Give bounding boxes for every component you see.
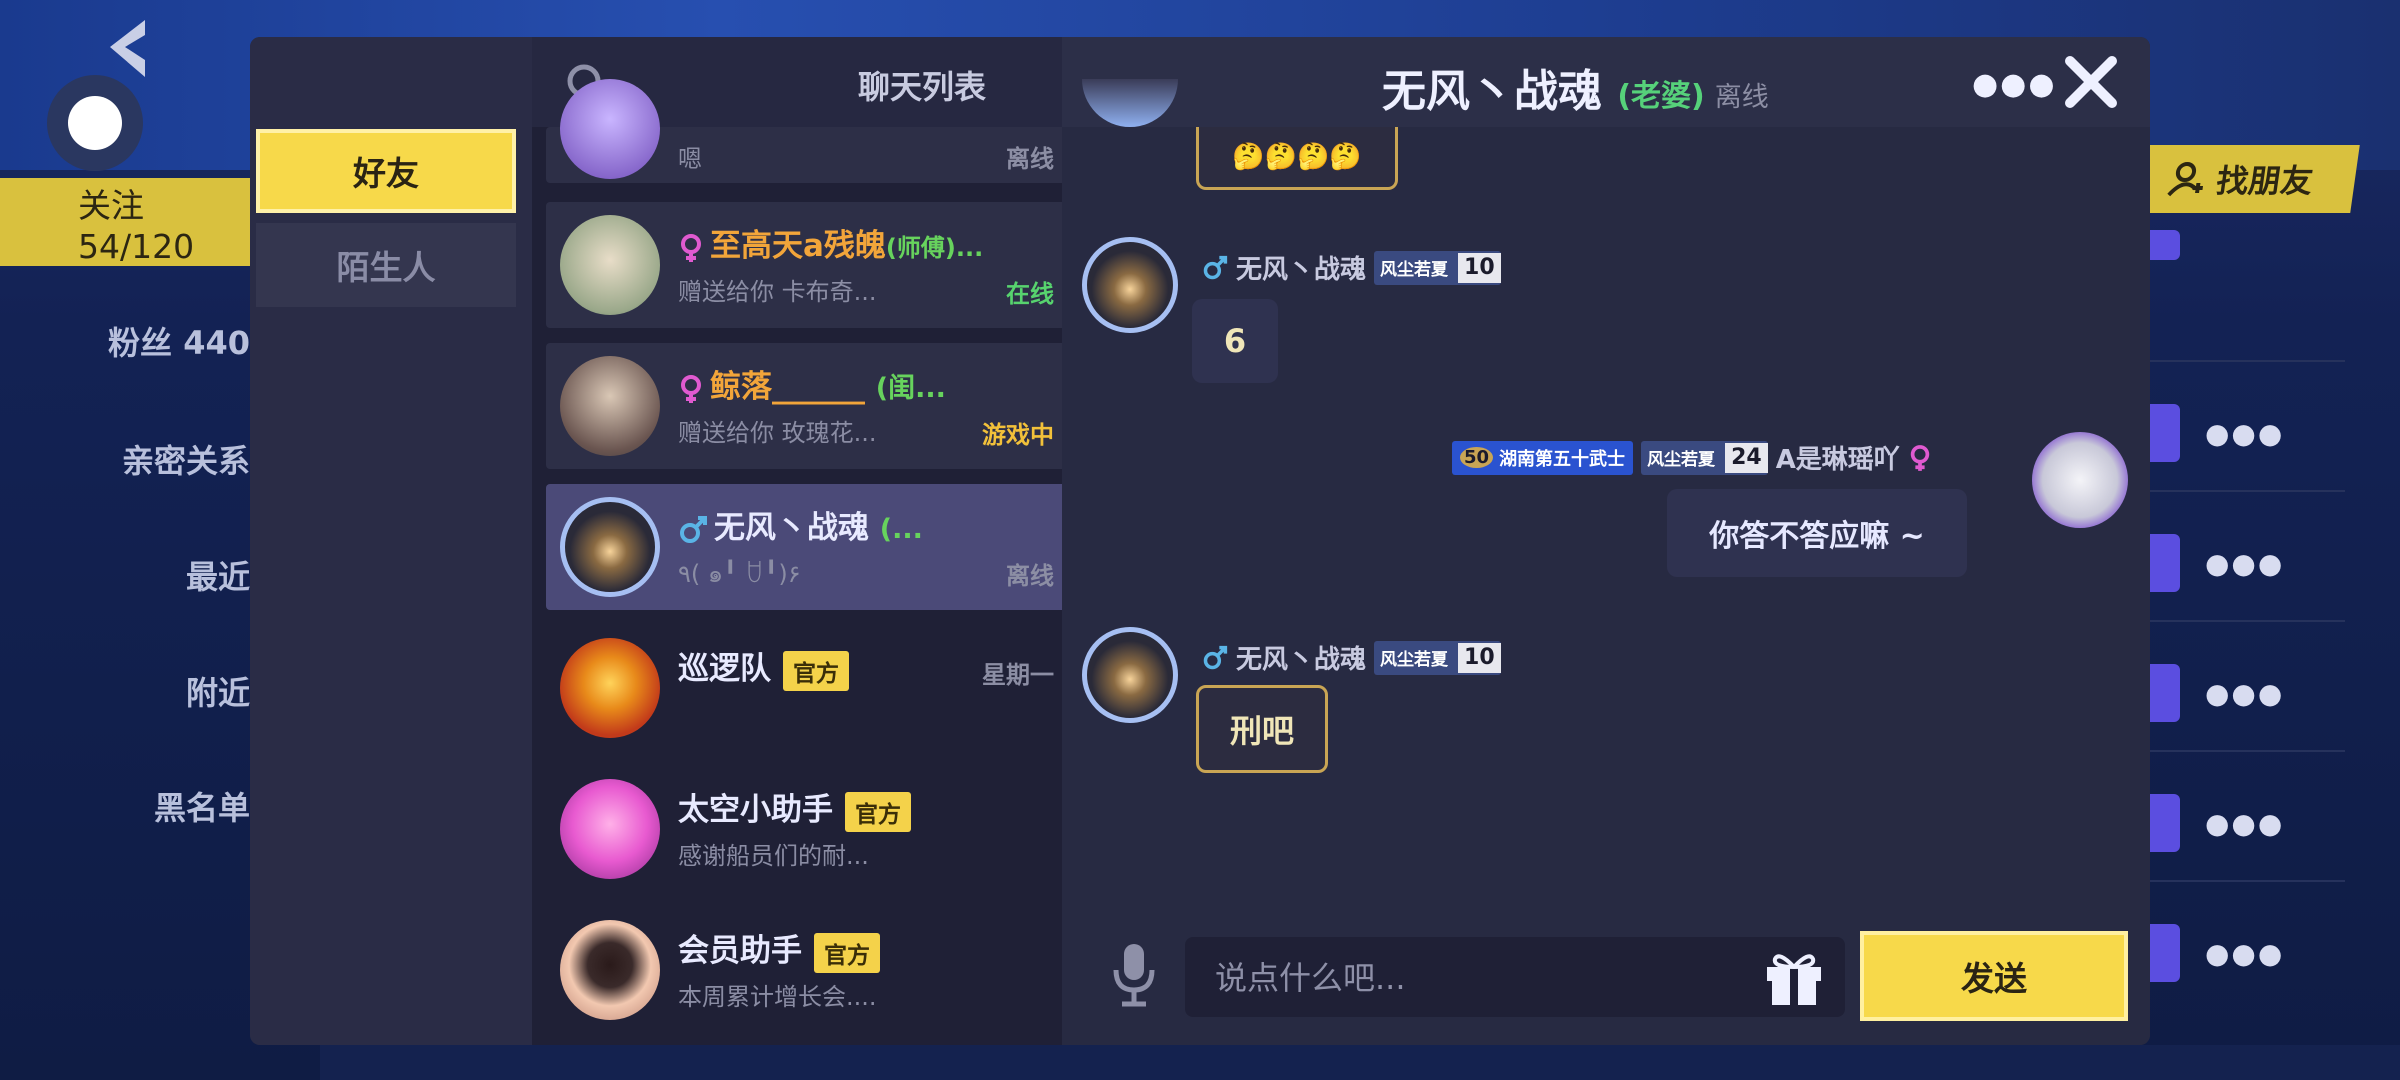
list-item-status: 游戏中 — [982, 421, 1054, 449]
chat-list-item[interactable]: 巡逻队 官方 星期一 — [546, 625, 1066, 751]
list-item-name: 太空小助手 官方 — [678, 784, 911, 832]
avatar — [1082, 237, 1178, 333]
intimate-menu-item[interactable]: 亲密关系 — [0, 436, 250, 482]
list-item-preview: 感谢船员们的耐... — [678, 842, 869, 870]
guild-badge: 风尘若夏 10 — [1374, 640, 1501, 675]
send-button[interactable]: 发送 — [1860, 931, 2128, 1021]
find-friend-button[interactable]: 找朋友 — [2120, 145, 2360, 213]
female-icon — [681, 374, 701, 403]
chat-dialog: 好友 陌生人 聊天列表 嗯 离线 至高天a残魄(师傅)... 赠送给你 卡布奇.… — [250, 37, 2150, 1045]
list-item-preview: 赠送给你 卡布奇... — [678, 278, 877, 306]
chat-list-item[interactable]: 鲸落______ (闺... 赠送给你 玫瑰花... 游戏中 — [546, 343, 1066, 469]
list-item-name: 无风丶战魂 (... — [678, 502, 923, 547]
male-icon — [1203, 255, 1228, 279]
list-item-status: 在线 — [1006, 280, 1054, 308]
list-item: ●●● — [2150, 360, 2345, 492]
list-item: ●●● — [2150, 490, 2345, 622]
tab-friends[interactable]: 好友 — [256, 129, 516, 213]
avatar — [2032, 432, 2128, 528]
official-tag: 官方 — [783, 650, 849, 691]
fans-menu-item[interactable]: 粉丝 440 — [0, 318, 250, 364]
nearby-menu-item[interactable]: 附近 — [0, 668, 250, 714]
tabs-column: 好友 陌生人 — [250, 37, 532, 1045]
chat-list-item[interactable]: 会员助手 官方 本周累计增长会.... — [546, 907, 1066, 1033]
list-item: ●●● — [2150, 620, 2345, 752]
list-item-name: 会员助手 官方 — [678, 925, 880, 973]
avatar — [560, 497, 660, 597]
chat-panel: 无风丶战魂 (老婆) 离线 ●●● 🤔🤔🤔🤔 无风丶战魂 风尘若夏 10 6 50 湖… — [1062, 37, 2150, 1045]
close-icon[interactable] — [2062, 53, 2120, 111]
list-item-preview: ٩( ๑╹ ꇴ╹)۶ — [678, 560, 801, 588]
floating-assistive-button[interactable] — [47, 75, 143, 171]
guild-badge: 风尘若夏 10 — [1374, 250, 1501, 285]
message-input[interactable] — [1213, 937, 1737, 1019]
more-icon: ●●● — [2205, 547, 2285, 580]
follow-count-tab[interactable]: 关注 54/120 — [0, 178, 260, 266]
blacklist-menu-item[interactable]: 黑名单 — [0, 783, 250, 829]
back-arrow-icon[interactable] — [95, 15, 165, 85]
list-item-status: 离线 — [1006, 562, 1054, 590]
more-options-button[interactable]: ●●● — [1972, 67, 2057, 102]
male-icon — [1203, 645, 1228, 669]
chat-list-item[interactable]: 嗯 离线 — [546, 79, 1066, 183]
avatar — [1082, 627, 1178, 723]
avatar — [560, 79, 660, 179]
relation-label: (老婆) — [1617, 79, 1705, 114]
title-badge: 50 湖南第五十武士 — [1452, 440, 1634, 475]
tab-strangers[interactable]: 陌生人 — [256, 223, 516, 307]
female-icon — [681, 233, 701, 262]
more-icon: ●●● — [2205, 677, 2285, 710]
more-icon: ●●● — [2205, 937, 2285, 970]
list-item-name: 巡逻队 官方 — [678, 643, 849, 691]
list-item-preview: 嗯 — [678, 145, 702, 173]
find-friend-label: 找朋友 — [2214, 162, 2316, 200]
chat-message-bubble: 刑吧 — [1196, 685, 1328, 773]
avatar — [560, 215, 660, 315]
avatar — [560, 638, 660, 738]
avatar — [560, 779, 660, 879]
list-item-status: 星期一 — [982, 661, 1054, 689]
female-icon — [1910, 444, 1930, 471]
chat-message-bubble: 🤔🤔🤔🤔 — [1196, 127, 1398, 190]
guild-badge: 风尘若夏 24 — [1641, 440, 1768, 475]
message-sender: 50 湖南第五十武士 风尘若夏 24 A是琳瑶吖 — [1452, 439, 1932, 476]
chat-message-bubble: 6 — [1192, 299, 1278, 383]
recent-menu-item[interactable]: 最近 — [0, 552, 250, 598]
more-icon: ●●● — [2205, 807, 2285, 840]
list-item: ●●● — [2150, 750, 2345, 882]
official-tag: 官方 — [845, 791, 911, 832]
background-bottom — [320, 1045, 2400, 1080]
chat-list-item-selected[interactable]: 无风丶战魂 (... ٩( ๑╹ ꇴ╹)۶ 离线 — [546, 484, 1066, 610]
message-sender: 无风丶战魂 风尘若夏 10 — [1202, 639, 1501, 676]
list-item-preview: 本周累计增长会.... — [678, 983, 877, 1011]
avatar — [560, 920, 660, 1020]
chat-list-item[interactable]: 至高天a残魄(师傅)... 赠送给你 卡布奇... 在线 — [546, 202, 1066, 328]
chat-header: 无风丶战魂 (老婆) 离线 ●●● — [1062, 37, 2150, 127]
message-input-container — [1185, 937, 1845, 1019]
list-item: ●●● — [2150, 880, 2345, 1002]
chat-status: 离线 — [1714, 82, 1769, 113]
official-tag: 官方 — [814, 932, 880, 973]
male-icon — [680, 515, 707, 543]
list-item-status: 离线 — [1006, 145, 1054, 173]
chat-list-item[interactable]: 太空小助手 官方 感谢船员们的耐... — [546, 766, 1066, 892]
more-icon: ●●● — [2205, 417, 2285, 450]
microphone-icon[interactable] — [1112, 942, 1156, 1008]
list-item-name: 至高天a残魄(师傅)... — [678, 220, 983, 265]
chat-title: 无风丶战魂 (老婆) 离线 — [1382, 66, 1769, 117]
list-item-preview: 赠送给你 玫瑰花... — [678, 419, 877, 447]
avatar — [560, 356, 660, 456]
gift-icon[interactable] — [1763, 949, 1825, 1007]
chat-message-bubble: 你答不答应嘛 ~ — [1667, 489, 1967, 577]
message-sender: 无风丶战魂 风尘若夏 10 — [1202, 249, 1501, 286]
add-user-icon — [2167, 162, 2204, 197]
list-item-name: 鲸落______ (闺... — [678, 361, 946, 406]
